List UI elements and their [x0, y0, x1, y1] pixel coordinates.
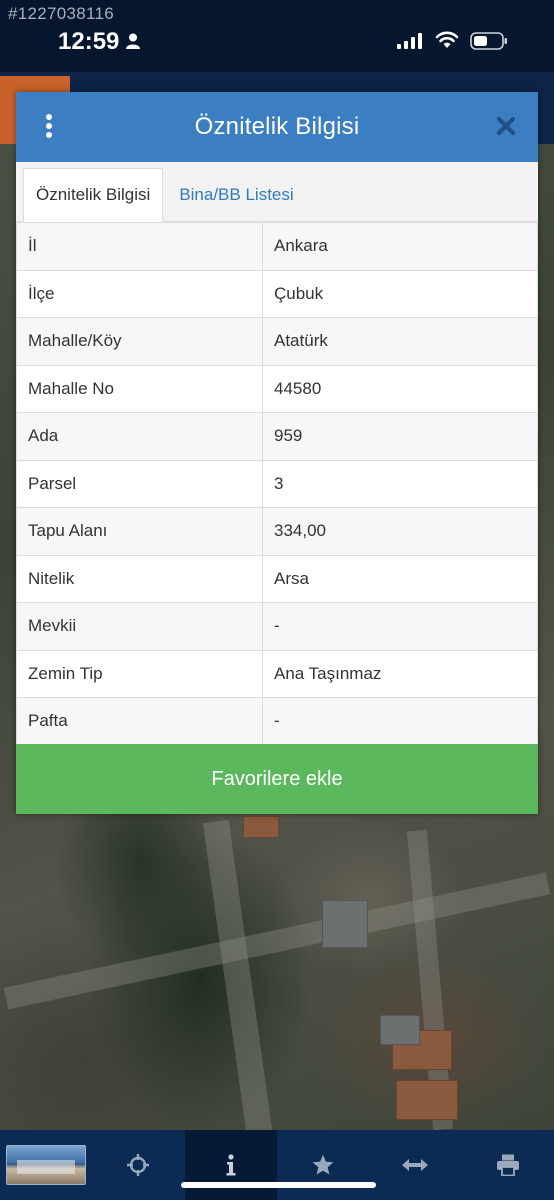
toolbar-favorites[interactable] [277, 1130, 369, 1200]
row-label-il: İl [16, 222, 263, 271]
building-photo-thumbnail [6, 1145, 87, 1185]
status-bar: #1227038116 12:59 [0, 0, 554, 72]
row-label-zemin-tip: Zemin Tip [16, 649, 263, 698]
attribute-info-dialog: Öznitelik Bilgisi Öznitelik Bilgisi Bina… [16, 92, 538, 814]
table-row: Ada 959 [16, 412, 538, 461]
close-icon[interactable] [494, 114, 518, 138]
table-row: Nitelik Arsa [16, 554, 538, 603]
table-row: İl Ankara [16, 222, 538, 271]
tab-building-list[interactable]: Bina/BB Listesi [163, 168, 305, 222]
table-row: Zemin Tip Ana Taşınmaz [16, 649, 538, 698]
cellular-signal-icon [397, 33, 422, 49]
dialog-title: Öznitelik Bilgisi [194, 113, 360, 140]
map-building [322, 900, 368, 948]
toolbar-info[interactable] [184, 1130, 277, 1200]
row-label-nitelik: Nitelik [16, 554, 263, 603]
person-icon [126, 33, 140, 49]
bottom-toolbar [0, 1130, 554, 1200]
toolbar-building-photo[interactable] [0, 1130, 92, 1200]
attribute-table: İl Ankara İlçe Çubuk Mahalle/Köy Atatürk… [16, 222, 538, 746]
row-value-mahalle-no: 44580 [262, 364, 538, 413]
map-building [380, 1015, 420, 1045]
more-options-icon[interactable] [42, 114, 56, 142]
map-building [243, 816, 279, 838]
toolbar-locate[interactable] [92, 1130, 184, 1200]
row-value-il: Ankara [262, 222, 538, 271]
map-building [396, 1080, 458, 1120]
row-label-mahalle-koy: Mahalle/Köy [16, 317, 263, 366]
row-value-ilce: Çubuk [262, 269, 538, 318]
row-label-pafta: Pafta [16, 697, 263, 746]
wifi-icon [435, 31, 459, 48]
row-label-mahalle-no: Mahalle No [16, 364, 263, 413]
image-id-watermark: #1227038116 [8, 4, 115, 23]
battery-icon [470, 32, 507, 50]
table-row: İlçe Çubuk [16, 269, 538, 318]
home-indicator[interactable] [181, 1182, 376, 1188]
row-label-parsel: Parsel [16, 459, 263, 508]
dialog-header: Öznitelik Bilgisi [16, 92, 538, 162]
table-row: Parsel 3 [16, 459, 538, 508]
status-time: 12:59 [58, 28, 120, 55]
crosshair-icon [127, 1154, 150, 1176]
table-row: Mevkii - [16, 602, 538, 651]
table-row: Mahalle/Köy Atatürk [16, 317, 538, 366]
measure-arrows-icon [402, 1159, 429, 1171]
print-icon [496, 1154, 519, 1176]
row-value-tapu-alani: 334,00 [262, 507, 538, 556]
row-value-ada: 959 [262, 412, 538, 461]
table-row: Mahalle No 44580 [16, 364, 538, 413]
row-label-ada: Ada [16, 412, 263, 461]
row-value-parsel: 3 [262, 459, 538, 508]
info-icon [226, 1154, 236, 1176]
row-value-pafta: - [262, 697, 538, 746]
toolbar-print[interactable] [462, 1130, 554, 1200]
row-value-mahalle-koy: Atatürk [262, 317, 538, 366]
star-icon [312, 1154, 334, 1175]
dialog-tabs: Öznitelik Bilgisi Bina/BB Listesi [16, 162, 538, 222]
row-value-nitelik: Arsa [262, 554, 538, 603]
add-to-favorites-button[interactable]: Favorilere ekle [16, 744, 538, 814]
row-label-mevkii: Mevkii [16, 602, 263, 651]
tab-attribute-info[interactable]: Öznitelik Bilgisi [23, 168, 164, 222]
row-value-mevkii: - [262, 602, 538, 651]
row-label-ilce: İlçe [16, 269, 263, 318]
table-row: Tapu Alanı 334,00 [16, 507, 538, 556]
row-value-zemin-tip: Ana Taşınmaz [262, 649, 538, 698]
table-row: Pafta - [16, 697, 538, 746]
row-label-tapu-alani: Tapu Alanı [16, 507, 263, 556]
toolbar-measure[interactable] [369, 1130, 461, 1200]
